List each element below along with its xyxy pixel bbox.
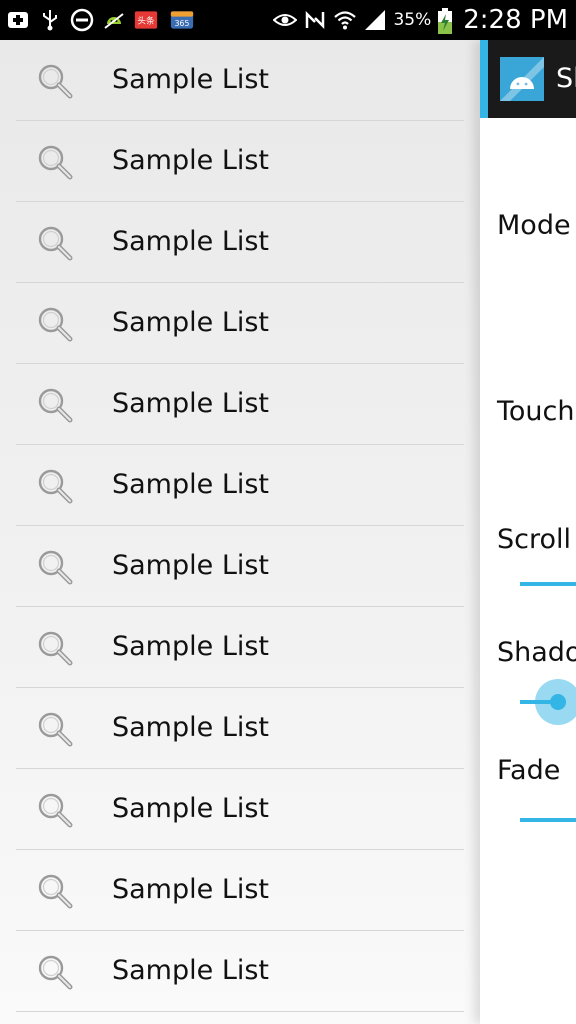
status-bar-clock: 2:28 PM	[463, 5, 568, 35]
main-content: Sl Mode Touch Scroll Shado Fade	[480, 40, 576, 1024]
menu-item-label: Sample List	[112, 955, 270, 986]
menu-item-label: Sample List	[112, 469, 270, 500]
search-icon	[36, 791, 74, 829]
app-logo-icon[interactable]	[500, 57, 544, 101]
search-icon	[36, 629, 74, 667]
calendar-badge: 365	[175, 19, 190, 28]
menu-list-item[interactable]: Sample List	[16, 202, 464, 283]
menu-item-label: Sample List	[112, 712, 270, 743]
scroll-label: Scroll	[497, 524, 572, 555]
search-icon	[36, 305, 74, 343]
search-icon	[36, 467, 74, 505]
search-icon	[36, 386, 74, 424]
menu-item-label: Sample List	[112, 631, 270, 662]
search-icon	[36, 710, 74, 748]
menu-item-label: Sample List	[112, 226, 270, 257]
touch-label: Touch	[497, 396, 575, 427]
status-bar-notifications: 头条 365	[6, 0, 198, 40]
menu-list-item[interactable]: Sample List	[16, 607, 464, 688]
action-bar: Sl	[480, 40, 576, 118]
search-icon	[36, 224, 74, 262]
menu-list-item[interactable]: Sample List	[16, 769, 464, 850]
action-bar-title: Sl	[556, 63, 576, 94]
menu-list-item[interactable]: Sample List	[16, 526, 464, 607]
search-icon	[36, 143, 74, 181]
menu-list-item[interactable]: Sample List	[16, 364, 464, 445]
menu-list-item[interactable]: Sample List	[16, 283, 464, 364]
menu-item-label: Sample List	[112, 64, 270, 95]
menu-list-item[interactable]: Sample List	[16, 445, 464, 526]
battery-percent: 35%	[393, 10, 432, 30]
search-icon	[36, 953, 74, 991]
status-bar: 头条 365 35% 2:28 PM	[0, 0, 576, 40]
fade-label: Fade	[497, 755, 561, 786]
news-app-badge: 头条	[137, 14, 155, 26]
menu-item-label: Sample List	[112, 145, 270, 176]
wifi-icon	[333, 8, 357, 32]
scroll-seekbar[interactable]	[520, 582, 576, 586]
menu-list-item[interactable]: Sample List	[16, 931, 464, 1012]
fade-seekbar[interactable]	[520, 818, 576, 822]
shadow-seekbar-thumb-center	[550, 694, 566, 710]
usb-icon	[38, 8, 62, 32]
action-bar-drawer-indicator[interactable]	[480, 40, 488, 118]
calendar-365-icon: 365	[170, 8, 198, 32]
sliding-menu: Sample List Sample List Sample List Sample …	[0, 40, 480, 1024]
status-bar-system: 35% 2:28 PM	[273, 0, 568, 40]
eye-icon	[273, 8, 298, 32]
menu-list-item[interactable]: Sample List	[16, 850, 464, 931]
menu-item-label: Sample List	[112, 388, 270, 419]
menu-list-item[interactable]: Sample List	[16, 40, 464, 121]
menu-item-label: Sample List	[112, 550, 270, 581]
search-icon	[36, 872, 74, 910]
shadow-label: Shado	[497, 637, 576, 668]
mode-label: Mode	[497, 210, 571, 241]
android-debug-icon	[102, 8, 126, 32]
shadow-seekbar-thumb[interactable]	[535, 679, 576, 725]
do-not-disturb-icon	[70, 8, 94, 32]
menu-list-item[interactable]: Sample List	[16, 688, 464, 769]
nfc-icon	[303, 8, 327, 32]
menu-item-label: Sample List	[112, 307, 270, 338]
menu-item-label: Sample List	[112, 874, 270, 905]
menu-list-item[interactable]: Sample List	[16, 121, 464, 202]
menu-item-label: Sample List	[112, 793, 270, 824]
battery-charging-icon	[437, 8, 453, 34]
add-notification-icon	[6, 8, 30, 32]
search-icon	[36, 62, 74, 100]
signal-icon	[363, 8, 387, 32]
search-icon	[36, 548, 74, 586]
news-app-icon: 头条	[134, 8, 162, 32]
